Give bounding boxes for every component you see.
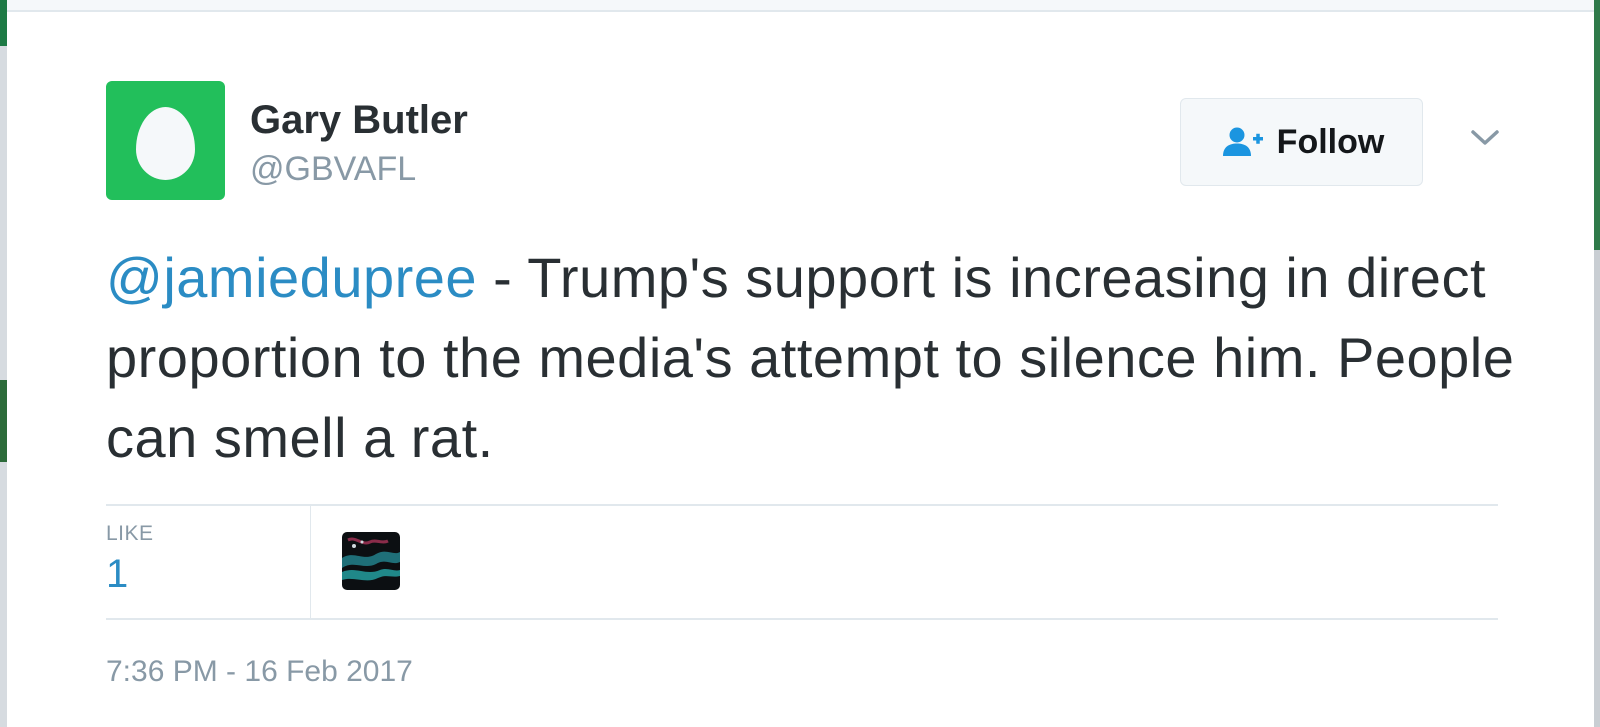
- divider: [106, 504, 1498, 506]
- chevron-down-icon[interactable]: [1468, 120, 1502, 154]
- edge-strip: [0, 0, 7, 46]
- right-window-edge: [1594, 0, 1600, 727]
- author-display-name[interactable]: Gary Butler: [250, 98, 468, 143]
- divider: [106, 618, 1498, 620]
- author-screen-name[interactable]: @GBVAFL: [250, 150, 416, 189]
- edge-strip: [0, 380, 7, 462]
- tweet-timestamp[interactable]: 7:36 PM - 16 Feb 2017: [106, 655, 413, 689]
- default-egg-avatar-icon[interactable]: [106, 81, 225, 200]
- liker-avatar-image: [342, 532, 400, 590]
- left-window-edge: [0, 0, 7, 727]
- edge-strip: [1594, 0, 1600, 250]
- tweet-card: Gary Butler @GBVAFL Follow @jamiedupree …: [0, 0, 1600, 727]
- follow-user-icon: [1222, 127, 1263, 156]
- tweet-text: @jamiedupree - Trump's support is increa…: [106, 238, 1526, 478]
- like-label: LIKE: [106, 522, 154, 545]
- like-stat[interactable]: LIKE 1: [106, 522, 154, 597]
- follow-label: Follow: [1276, 122, 1385, 161]
- egg-shape: [136, 107, 195, 180]
- like-count: 1: [106, 552, 129, 596]
- top-border: [0, 0, 1600, 12]
- follow-button[interactable]: Follow: [1180, 98, 1423, 186]
- divider: [310, 506, 311, 618]
- liker-avatar-icon[interactable]: [342, 532, 400, 590]
- mention-link[interactable]: @jamiedupree: [106, 246, 477, 309]
